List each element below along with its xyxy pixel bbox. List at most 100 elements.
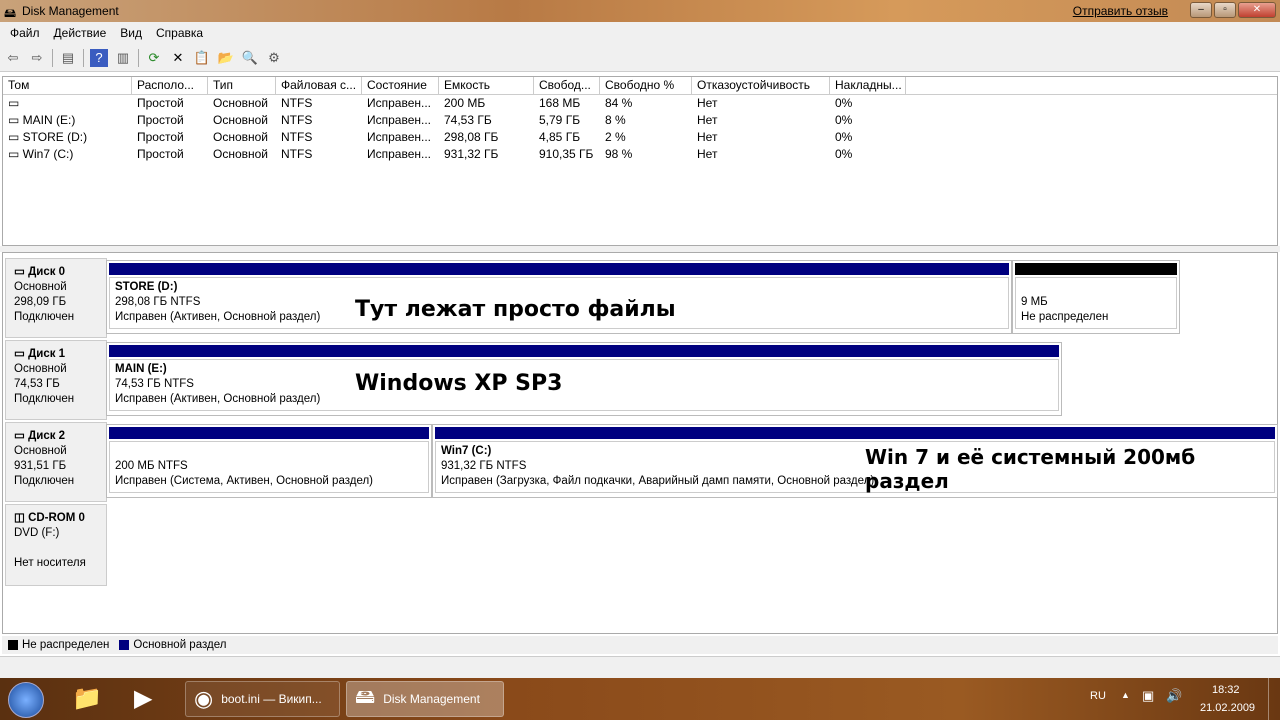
- partition-unallocated[interactable]: 9 МБ Не распределен: [1012, 260, 1180, 334]
- table-row[interactable]: ▭ STORE (D:) Простой Основной NTFS Исправен.…: [3, 129, 1277, 146]
- cdrom-icon: ◫: [14, 512, 29, 524]
- partition-size: 9 МБ: [1021, 296, 1048, 308]
- forward-icon[interactable]: ⇨: [28, 49, 46, 67]
- col-type[interactable]: Тип: [208, 77, 276, 94]
- window-title: Disk Management: [22, 4, 119, 18]
- legend-swatch-unallocated: [8, 640, 18, 650]
- disk-status: Нет носителя: [14, 557, 86, 569]
- cdrom-0-label[interactable]: ◫ CD-ROM 0 DVD (F:) Нет носителя: [5, 504, 107, 586]
- cell-text: 0%: [835, 147, 853, 161]
- refresh-icon[interactable]: ⟳: [145, 49, 163, 67]
- properties-icon[interactable]: 📋: [193, 49, 211, 67]
- col-free[interactable]: Свобод...: [534, 77, 600, 94]
- col-overhead[interactable]: Накладны...: [830, 77, 906, 94]
- partition-name: STORE (D:): [115, 281, 178, 293]
- start-button[interactable]: [8, 682, 44, 718]
- partition-system-reserved[interactable]: 200 МБ NTFS Исправен (Система, Активен, О…: [106, 424, 432, 498]
- cell-text: 4,85 ГБ: [539, 130, 581, 144]
- console-tree-icon[interactable]: ▤: [59, 49, 77, 67]
- show-hidden-icons[interactable]: ▲: [1121, 690, 1130, 700]
- disk-name: Диск 0: [28, 266, 66, 278]
- disk-name: Диск 2: [28, 430, 66, 442]
- table-cell: 298,08 ГБ: [439, 129, 534, 146]
- firefox-icon: ◉: [194, 686, 214, 711]
- col-fault-tolerance[interactable]: Отказоустойчивость: [692, 77, 830, 94]
- back-icon[interactable]: ⇦: [4, 49, 22, 67]
- partition-store[interactable]: STORE (D:) 298,08 ГБ NTFS Исправен (Активе…: [106, 260, 1012, 334]
- disk-type: DVD (F:): [14, 527, 60, 539]
- disk-1-label[interactable]: ▭ Диск 1 Основной 74,53 ГБ Подключен: [5, 340, 107, 420]
- table-cell: Нет: [692, 146, 830, 163]
- disk-2-label[interactable]: ▭ Диск 2 Основной 931,51 ГБ Подключен: [5, 422, 107, 502]
- table-header: Том Располо... Тип Файловая с... Состоян…: [3, 77, 1277, 95]
- disk-status: Подключен: [14, 475, 75, 487]
- cell-text: NTFS: [281, 96, 313, 110]
- col-volume[interactable]: Том: [3, 77, 132, 94]
- network-icon[interactable]: ▣: [1142, 688, 1154, 704]
- disk-type: Основной: [14, 281, 67, 293]
- disk-icon: ▭: [14, 430, 29, 442]
- table-cell: 931,32 ГБ: [439, 146, 534, 163]
- cell-text: Нет: [697, 147, 718, 161]
- cell-text: Основной: [213, 96, 269, 110]
- table-cell: Основной: [208, 112, 276, 129]
- open-icon[interactable]: 📂: [217, 49, 235, 67]
- cell-text: 8 %: [605, 113, 626, 127]
- partition-status: Исправен (Активен, Основной раздел): [115, 393, 321, 405]
- menu-file[interactable]: Файл: [10, 26, 40, 40]
- col-filesystem[interactable]: Файловая с...: [276, 77, 362, 94]
- partition-win7[interactable]: Win7 (C:) 931,32 ГБ NTFS Исправен (Загрузк…: [432, 424, 1278, 498]
- disk-0-label[interactable]: ▭ Диск 0 Основной 298,09 ГБ Подключен: [5, 258, 107, 338]
- explorer-icon[interactable]: 📁: [72, 684, 102, 713]
- col-capacity[interactable]: Емкость: [439, 77, 534, 94]
- menu-view[interactable]: Вид: [120, 26, 142, 40]
- table-row[interactable]: ▭ Win7 (C:) Простой Основной NTFS Исправен..…: [3, 146, 1277, 163]
- table-cell: NTFS: [276, 112, 362, 129]
- action-pane-icon[interactable]: ▥: [114, 49, 132, 67]
- settings-icon[interactable]: ⚙: [265, 49, 283, 67]
- explore-icon[interactable]: 🔍: [241, 49, 259, 67]
- minimize-button[interactable]: –: [1190, 2, 1212, 18]
- col-free-percent[interactable]: Свободно %: [600, 77, 692, 94]
- menu-help[interactable]: Справка: [156, 26, 203, 40]
- table-cell: Нет: [692, 95, 830, 112]
- title-bar: 🖴 Disk Management Отправить отзыв – ▫ ✕: [0, 0, 1280, 22]
- table-cell: NTFS: [276, 95, 362, 112]
- col-layout[interactable]: Располо...: [132, 77, 208, 94]
- taskbar-item-label: boot.ini — Викип...: [221, 692, 322, 706]
- partition-status: Исправен (Система, Активен, Основной раз…: [115, 475, 373, 487]
- table-row[interactable]: ▭ Простой Основной NTFS Исправен... 200 МБ 16…: [3, 95, 1277, 112]
- cell-text: Простой: [137, 147, 184, 161]
- volume-icon[interactable]: 🔊: [1166, 688, 1182, 704]
- cell-text: Основной: [213, 113, 269, 127]
- help-icon[interactable]: ?: [90, 48, 108, 67]
- language-indicator[interactable]: RU: [1090, 690, 1106, 702]
- primary-partition-bar: [435, 427, 1275, 439]
- disk-status: Подключен: [14, 393, 75, 405]
- table-cell: 4,85 ГБ: [534, 129, 600, 146]
- taskbar-item-firefox[interactable]: ◉ boot.ini — Викип...: [185, 681, 340, 717]
- col-status[interactable]: Состояние: [362, 77, 439, 94]
- primary-partition-bar: [109, 345, 1059, 357]
- table-cell: 98 %: [600, 146, 692, 163]
- partition-main[interactable]: MAIN (E:) 74,53 ГБ NTFS Исправен (Активен,…: [106, 342, 1062, 416]
- table-cell: 168 МБ: [534, 95, 600, 112]
- show-desktop-button[interactable]: [1268, 678, 1280, 720]
- table-row[interactable]: ▭ MAIN (E:) Простой Основной NTFS Исправен..…: [3, 112, 1277, 129]
- clock-time[interactable]: 18:32: [1212, 684, 1240, 696]
- cell-text: 74,53 ГБ: [444, 113, 492, 127]
- maximize-button[interactable]: ▫: [1214, 2, 1236, 18]
- media-player-icon[interactable]: ▶: [134, 684, 152, 713]
- delete-icon[interactable]: ✕: [169, 49, 187, 67]
- menu-action[interactable]: Действие: [54, 26, 107, 40]
- legend-swatch-primary: [119, 640, 130, 650]
- close-button[interactable]: ✕: [1238, 2, 1276, 18]
- feedback-link[interactable]: Отправить отзыв: [1073, 4, 1168, 18]
- volume-icon: ▭: [8, 130, 23, 144]
- cell-text: Основной: [213, 130, 269, 144]
- table-cell: ▭: [3, 95, 132, 112]
- disk-size: 74,53 ГБ: [14, 378, 60, 390]
- taskbar-item-label: Disk Management: [383, 692, 480, 706]
- clock-date[interactable]: 21.02.2009: [1200, 702, 1255, 714]
- taskbar-item-disk-management[interactable]: 🖴 Disk Management: [346, 681, 504, 717]
